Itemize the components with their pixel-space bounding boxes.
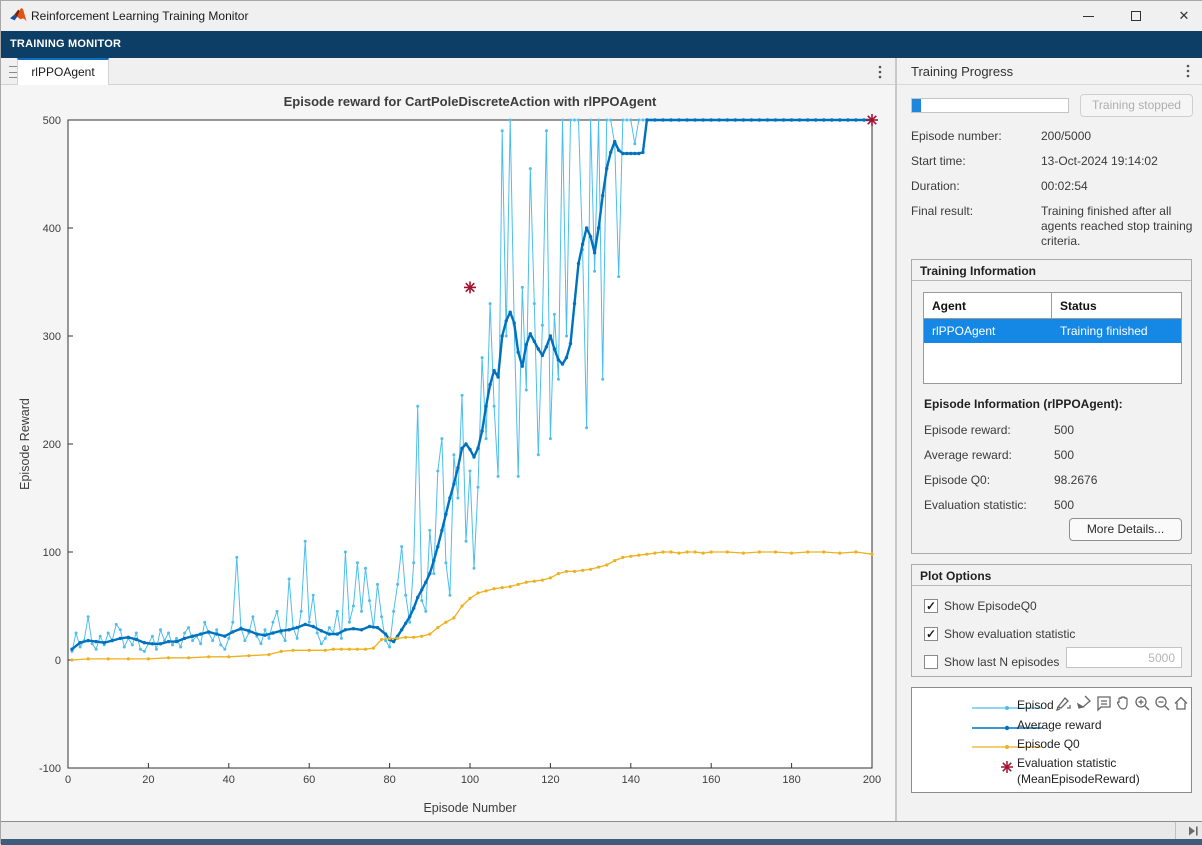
- info-value: 500: [1054, 448, 1074, 462]
- chart-panel: 0 20 40 60 80 100 120 140 160 180 200 -100 0 100 200 30…: [1, 85, 895, 821]
- svg-text:20: 20: [142, 774, 154, 786]
- cell-agent: rlPPOAgent: [924, 319, 1052, 343]
- panel-header: Training Progress: [897, 58, 1202, 85]
- plot-options-group: Plot Options Show EpisodeQ0 Show evaluat…: [911, 564, 1192, 677]
- group-title: Training Information: [912, 260, 1191, 281]
- chart-title: Episode reward for CartPoleDiscreteActio…: [68, 94, 872, 109]
- brush-icon[interactable]: [1074, 694, 1092, 712]
- group-title: Plot Options: [912, 565, 1191, 586]
- checkbox-label: Show last N episodes: [944, 655, 1059, 669]
- panel-title: Training Progress: [911, 64, 1013, 79]
- axes-toolbar: [1054, 692, 1190, 714]
- tab-options-kebab-icon[interactable]: [871, 61, 889, 83]
- table-row[interactable]: rlPPOAgent Training finished: [924, 319, 1181, 343]
- more-details-button[interactable]: More Details...: [1069, 518, 1182, 541]
- info-label: Episode Q0:: [924, 473, 1049, 487]
- info-value: 500: [1054, 498, 1074, 512]
- column-header-agent: Agent: [924, 293, 1052, 318]
- info-label: Duration:: [911, 179, 1036, 193]
- status-bar-divider: [1175, 822, 1176, 840]
- info-value: 200/5000: [1041, 129, 1193, 144]
- svg-text:400: 400: [43, 223, 61, 235]
- legend-label-evaluation-statistic-2: (MeanEpisodeReward): [1017, 772, 1140, 786]
- info-label: Evaluation statistic:: [924, 498, 1049, 512]
- expand-panel-icon[interactable]: [1189, 826, 1199, 836]
- svg-text:0: 0: [65, 774, 71, 786]
- titlebar: Reinforcement Learning Training Monitor …: [1, 1, 1202, 31]
- episode-info-title: Episode Information (rlPPOAgent):: [924, 397, 1123, 411]
- legend-label-evaluation-statistic[interactable]: Evaluation statistic: [1017, 756, 1116, 770]
- svg-text:120: 120: [541, 774, 559, 786]
- asterisk-marker-icon: [999, 759, 1015, 775]
- svg-text:Episode Number: Episode Number: [423, 801, 516, 815]
- legend-label-episode-q0[interactable]: Episode Q0: [1017, 737, 1080, 751]
- maximize-button[interactable]: [1113, 1, 1159, 31]
- legend-swatch-evaluation-statistic: [999, 759, 1015, 780]
- chart-legend: Episode reward Average reward Episode Q0…: [911, 687, 1192, 793]
- panel-options-kebab-icon[interactable]: [1179, 60, 1197, 82]
- svg-text:200: 200: [863, 774, 881, 786]
- export-icon[interactable]: [1054, 694, 1073, 712]
- checkbox-icon[interactable]: [924, 627, 938, 641]
- svg-text:80: 80: [383, 774, 395, 786]
- info-value: 13-Oct-2024 19:14:02: [1041, 154, 1193, 169]
- training-stopped-button[interactable]: Training stopped: [1080, 94, 1193, 117]
- taskbar-sliver: [1, 839, 1202, 845]
- svg-text:200: 200: [43, 439, 61, 451]
- datatip-icon[interactable]: [1094, 694, 1113, 712]
- info-value: 98.2676: [1054, 473, 1097, 487]
- checkbox-icon[interactable]: [924, 655, 938, 669]
- svg-text:500: 500: [43, 115, 61, 127]
- status-bar: [1, 821, 1202, 839]
- ribbon: TRAINING MONITOR: [1, 31, 1202, 58]
- info-value: 500: [1054, 423, 1074, 437]
- svg-text:140: 140: [622, 774, 640, 786]
- agent-status-table[interactable]: Agent Status rlPPOAgent Training finishe…: [923, 292, 1182, 384]
- svg-text:0: 0: [55, 655, 61, 667]
- close-button[interactable]: ✕: [1161, 1, 1202, 31]
- column-header-status: Status: [1052, 293, 1181, 318]
- svg-text:60: 60: [303, 774, 315, 786]
- checkbox-label: Show EpisodeQ0: [944, 599, 1037, 613]
- pan-icon[interactable]: [1114, 694, 1132, 712]
- svg-text:-100: -100: [39, 763, 61, 775]
- svg-text:100: 100: [461, 774, 479, 786]
- svg-text:160: 160: [702, 774, 720, 786]
- legend-label-average-reward[interactable]: Average reward: [1017, 718, 1102, 732]
- svg-text:40: 40: [223, 774, 235, 786]
- info-label: Episode reward:: [924, 423, 1049, 437]
- info-value: Training finished after all agents reach…: [1041, 204, 1193, 249]
- svg-text:180: 180: [782, 774, 800, 786]
- app-window: Reinforcement Learning Training Monitor …: [0, 0, 1202, 844]
- training-progress-bar: [911, 98, 1069, 113]
- info-label: Average reward:: [924, 448, 1049, 462]
- tab-rlppoagent[interactable]: rlPPOAgent: [17, 58, 109, 85]
- home-icon[interactable]: [1172, 694, 1190, 712]
- zoom-out-icon[interactable]: [1153, 694, 1171, 712]
- matlab-logo-icon: [10, 8, 27, 28]
- svg-text:300: 300: [43, 331, 61, 343]
- info-label: Episode number:: [911, 129, 1036, 143]
- info-value: 00:02:54: [1041, 179, 1193, 194]
- table-header-row: Agent Status: [924, 293, 1181, 319]
- ribbon-tab-training-monitor[interactable]: TRAINING MONITOR: [10, 38, 121, 50]
- training-information-group: Training Information Agent Status rlPPOA…: [911, 259, 1192, 554]
- zoom-in-icon[interactable]: [1133, 694, 1151, 712]
- checkbox-label: Show evaluation statistic: [944, 627, 1075, 641]
- training-progress-panel: Training Progress Training stopped Episo…: [897, 58, 1202, 821]
- checkbox-icon[interactable]: [924, 599, 938, 613]
- tab-strip: rlPPOAgent: [1, 58, 895, 85]
- progress-fill: [912, 99, 921, 112]
- svg-text:Episode Reward: Episode Reward: [18, 398, 32, 490]
- n-episodes-input[interactable]: [1066, 647, 1182, 668]
- window-title: Reinforcement Learning Training Monitor: [31, 9, 248, 23]
- svg-text:100: 100: [43, 547, 61, 559]
- info-label: Final result:: [911, 204, 1036, 218]
- cell-status: Training finished: [1052, 319, 1181, 343]
- minimize-button[interactable]: [1065, 1, 1111, 31]
- training-plot[interactable]: 0 20 40 60 80 100 120 140 160 180 200 -100 0 100 200 30…: [1, 85, 895, 821]
- info-label: Start time:: [911, 154, 1036, 168]
